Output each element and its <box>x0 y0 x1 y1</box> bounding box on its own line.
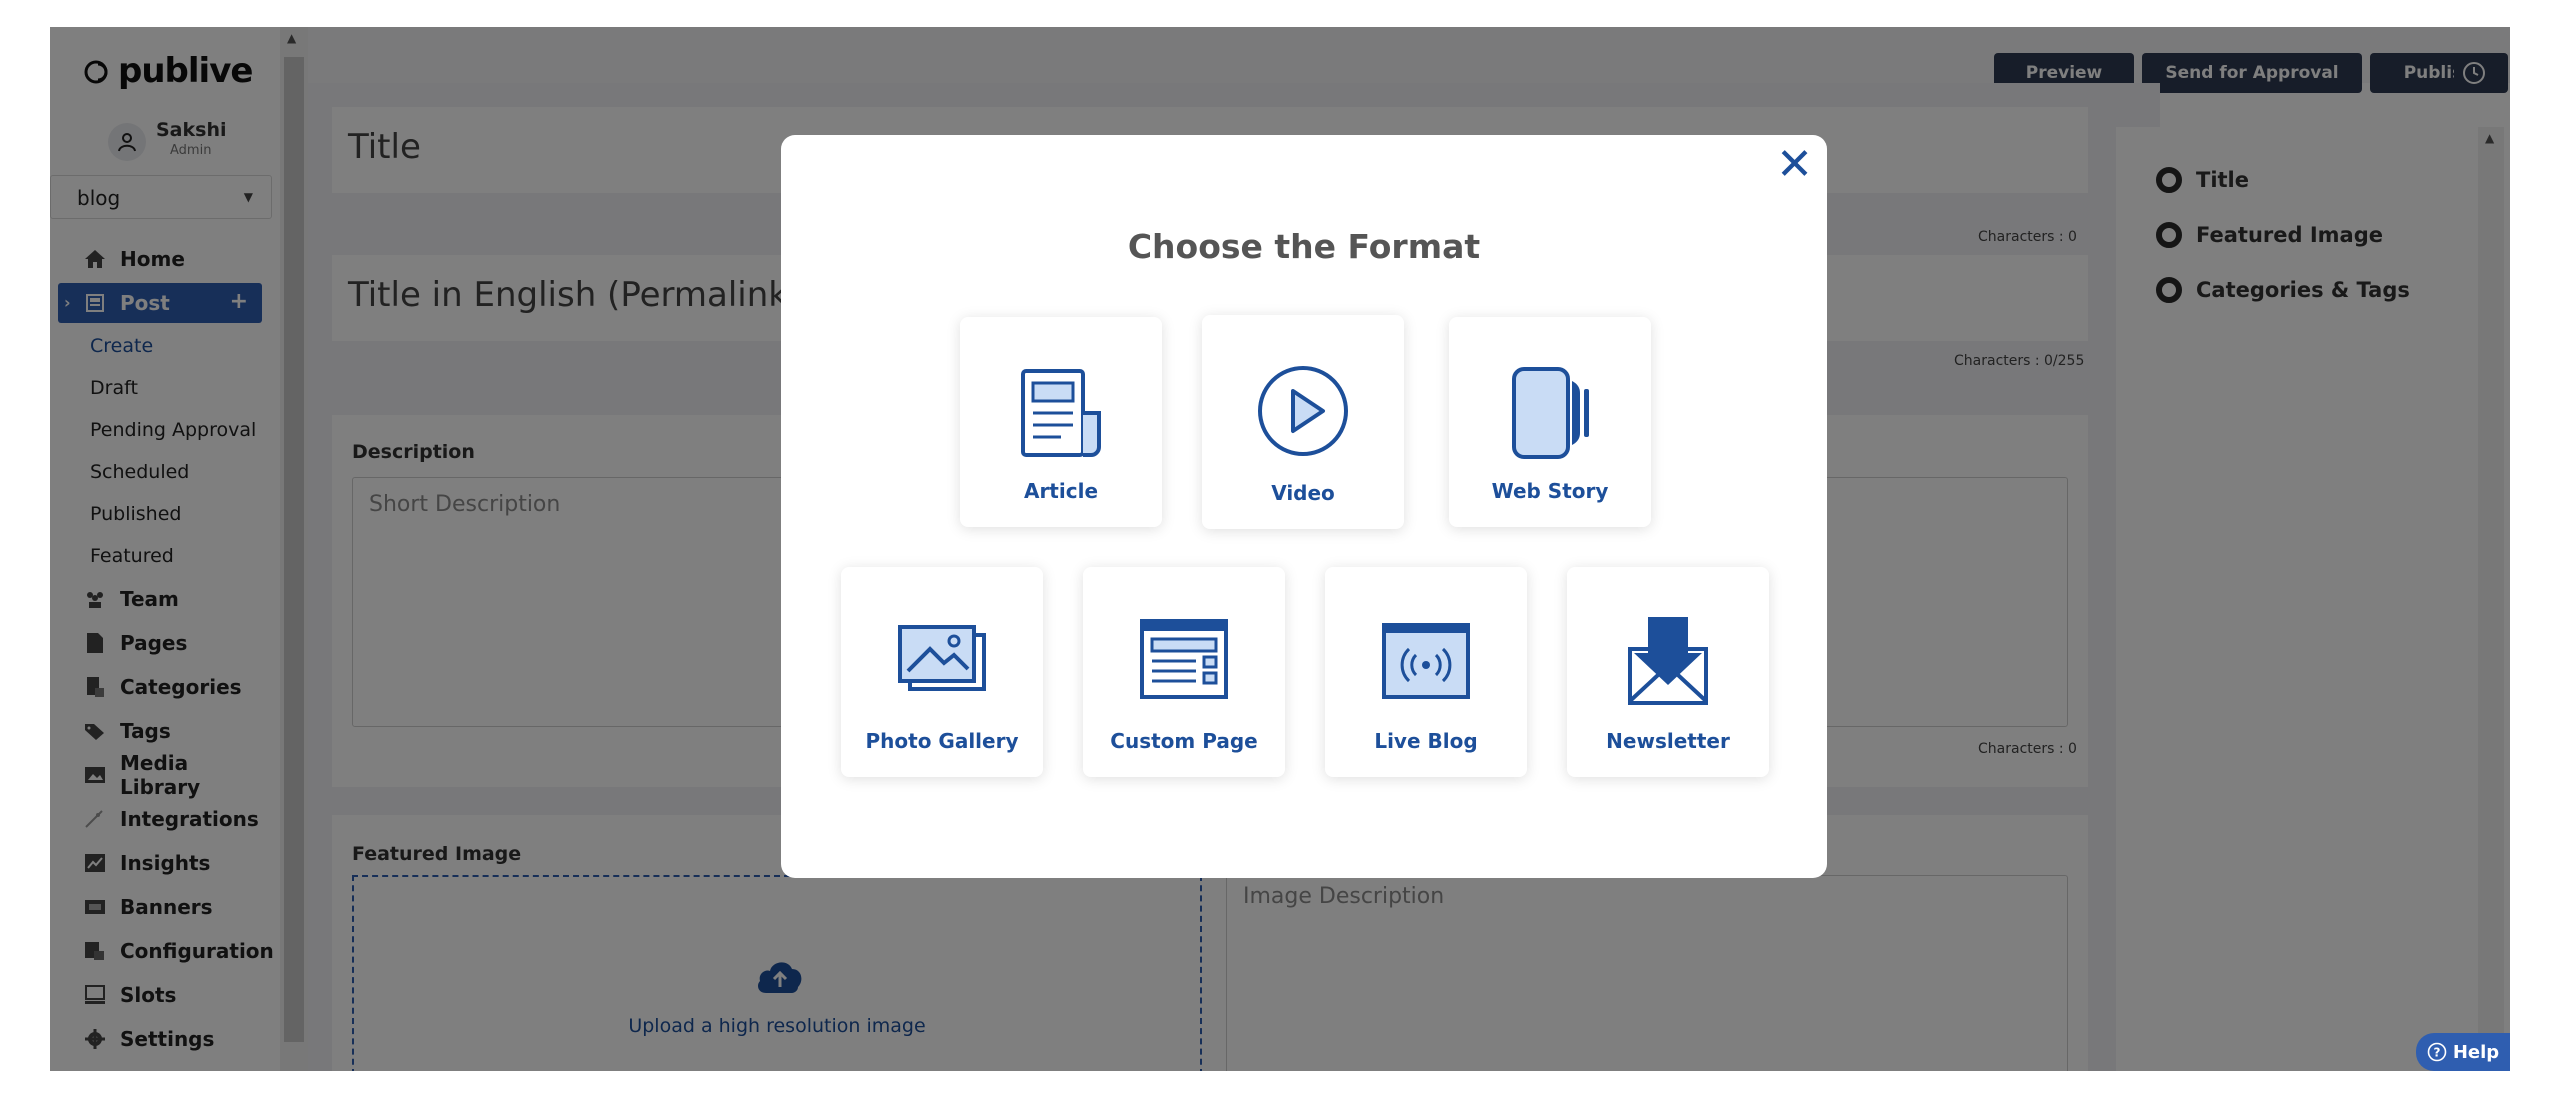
format-live-blog[interactable]: Live Blog <box>1325 567 1527 777</box>
web-story-icon <box>1512 367 1589 459</box>
format-label: Newsletter <box>1606 729 1730 753</box>
question-circle-icon: ? <box>2427 1042 2447 1062</box>
format-web-story[interactable]: Web Story <box>1449 317 1651 527</box>
format-video[interactable]: Video <box>1202 315 1404 529</box>
choose-format-modal: ✕ Choose the Format Article Video Web St… <box>781 135 1827 878</box>
article-icon <box>1021 369 1101 457</box>
format-label: Web Story <box>1491 479 1609 503</box>
newsletter-icon <box>1628 617 1708 705</box>
format-label: Live Blog <box>1374 729 1478 753</box>
format-newsletter[interactable]: Newsletter <box>1567 567 1769 777</box>
help-label: Help <box>2452 1041 2500 1063</box>
custom-page-icon <box>1140 619 1228 699</box>
format-label: Photo Gallery <box>865 729 1019 753</box>
app-window: publive Sakshi Admin blog ▼ Home › Post … <box>50 27 2510 1071</box>
svg-text:?: ? <box>2433 1046 2440 1060</box>
format-label: Custom Page <box>1110 729 1258 753</box>
format-photo-gallery[interactable]: Photo Gallery <box>841 567 1043 777</box>
format-label: Article <box>1023 479 1099 503</box>
format-article[interactable]: Article <box>960 317 1162 527</box>
format-custom-page[interactable]: Custom Page <box>1083 567 1285 777</box>
format-label: Video <box>1271 481 1335 505</box>
modal-title: Choose the Format <box>1127 227 1481 266</box>
photo-gallery-icon <box>898 625 986 691</box>
close-icon[interactable]: ✕ <box>1776 143 1813 187</box>
live-broadcast-icon <box>1382 623 1470 699</box>
help-button[interactable]: ? Help <box>2416 1033 2510 1071</box>
play-circle-icon <box>1258 366 1348 456</box>
